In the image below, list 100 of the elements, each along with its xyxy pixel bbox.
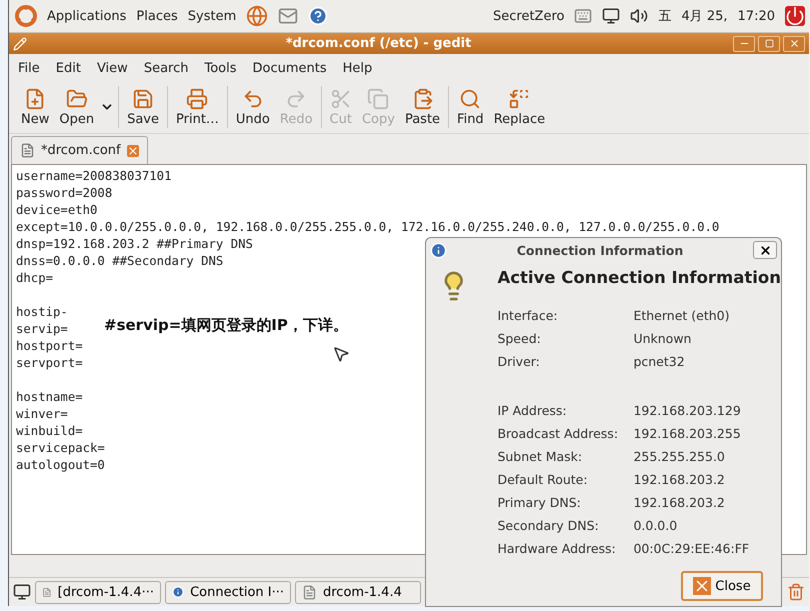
code-line: device=eth0 [16,202,98,219]
code-line: password=2008 [16,185,112,202]
toolbar-button[interactable]: Undo [232,86,274,128]
document-icon [20,143,35,158]
info-value: 0.0.0.0 [633,517,678,534]
dialog-title: Connection Information [516,242,684,258]
info-label: Primary DNS: [497,494,582,511]
copy-icon [367,88,390,110]
info-icon [172,584,184,600]
scissors-icon [330,88,352,110]
info-value: 192.168.203.2 [633,494,726,511]
info-label: Driver: [497,353,541,370]
document-tab[interactable]: *drcom.conf [11,136,148,164]
toolbar-button[interactable]: Open [55,86,98,128]
save-icon [132,88,154,110]
close-icon [758,244,772,256]
new-file-icon [24,88,46,110]
panel-menu[interactable]: System [188,8,236,24]
clock[interactable]: 17:20 [738,8,775,24]
info-value: 255.255.255.0 [633,448,726,465]
toolbar-button[interactable]: Find [453,86,488,128]
help-icon[interactable] [308,6,328,26]
info-label: Hardware Address: [497,540,617,557]
code-line: servport= [16,355,83,372]
volume-icon[interactable] [630,7,648,25]
info-label: Secondary DNS: [497,517,600,534]
dialog-heading: Active Connection Information [497,268,781,287]
minimize-button[interactable] [733,36,755,52]
show-desktop-icon[interactable] [13,583,31,601]
menu-item[interactable]: File [18,61,40,76]
info-label: Interface: [497,307,559,324]
info-label: Speed: [497,330,542,347]
code-line: dnsp=192.168.203.2 ##Primary DNS [16,236,253,253]
info-label: Broadcast Address: [497,425,620,442]
info-label: Subnet Mask: [497,448,584,465]
code-line: username=200838037101 [16,168,172,185]
info-value: 192.168.203.2 [633,471,726,488]
info-label: Default Route: [497,471,589,488]
close-icon [788,38,800,49]
toolbar-button[interactable]: Paste [400,86,444,128]
editor-icon [13,36,27,50]
monitor-icon[interactable] [602,7,620,25]
menu-item[interactable]: Edit [56,61,81,76]
code-line: servip= [16,321,68,338]
weekday[interactable]: 五 [658,7,672,25]
code-line: servicepack= [16,440,105,457]
mail-icon[interactable] [278,6,298,26]
menu-item[interactable]: Tools [204,61,237,76]
info-value: 00:0C:29:EE:46:FF [633,540,750,557]
code-line: dnss=0.0.0.0 ##Secondary DNS [16,253,224,270]
close-icon [693,577,712,595]
toolbar-button[interactable]: Print… [172,86,223,128]
code-line: dhcp= [16,270,54,287]
menu-item[interactable]: Documents [252,61,327,76]
taskbar-button[interactable]: [drcom-1.4.4··· [35,580,161,604]
info-value: Ethernet (eth0) [633,307,730,324]
menu-item[interactable]: Search [144,61,188,76]
info-value: pcnet32 [633,353,686,370]
printer-icon [186,88,208,110]
redo-icon [285,88,308,110]
toolbar-button[interactable]: New [17,86,54,128]
panel-menu[interactable]: Applications [47,8,126,24]
window-title: *drcom.conf (/etc) - gedit [284,36,472,51]
maximize-button[interactable] [758,36,780,52]
code-line: hostport= [16,338,83,355]
info-value: 192.168.203.255 [633,425,742,442]
code-line: autologout=0 [16,457,105,474]
trash-icon[interactable] [787,583,805,601]
close-tab-icon[interactable] [126,144,139,156]
code-line: winbuild= [16,423,83,440]
user-name[interactable]: SecretZero [492,8,564,24]
code-line: hostname= [16,389,83,406]
code-line: except=10.0.0.0/255.0.0.0, 192.168.0.0/255.255.0.0, 172.16.0.0/255.240.0.0, 127.0.0.0/255.0.0.0 [16,219,720,236]
toolbar-button[interactable]: Save [123,86,164,128]
info-value: Unknown [633,330,692,347]
date[interactable]: 4月 25, [681,7,728,25]
pointer-icon [332,345,350,363]
info-icon [430,242,447,258]
code-line: hostip- [16,304,68,321]
close-button[interactable] [753,241,777,259]
replace-icon [508,88,530,110]
code-line: winver= [16,406,68,423]
info-label: IP Address: [497,402,568,419]
folder-icon [66,88,88,110]
panel-menu[interactable]: Places [136,8,178,24]
keyboard-icon[interactable] [574,7,592,25]
logo-icon[interactable] [15,5,37,27]
taskbar-button[interactable]: Connection I··· [165,580,291,604]
document-icon [302,584,317,600]
maximize-icon [764,39,774,48]
menu-item[interactable]: View [96,61,128,76]
taskbar-button[interactable]: drcom-1.4.4 [295,580,421,604]
toolbar-button[interactable]: Replace [490,86,550,128]
info-value: 192.168.203.129 [633,402,742,419]
undo-icon [242,88,264,110]
close-button[interactable]: Close [681,571,763,601]
search-icon [459,88,482,110]
globe-icon[interactable] [246,5,268,27]
menu-item[interactable]: Help [342,61,372,76]
power-icon[interactable] [785,6,805,26]
